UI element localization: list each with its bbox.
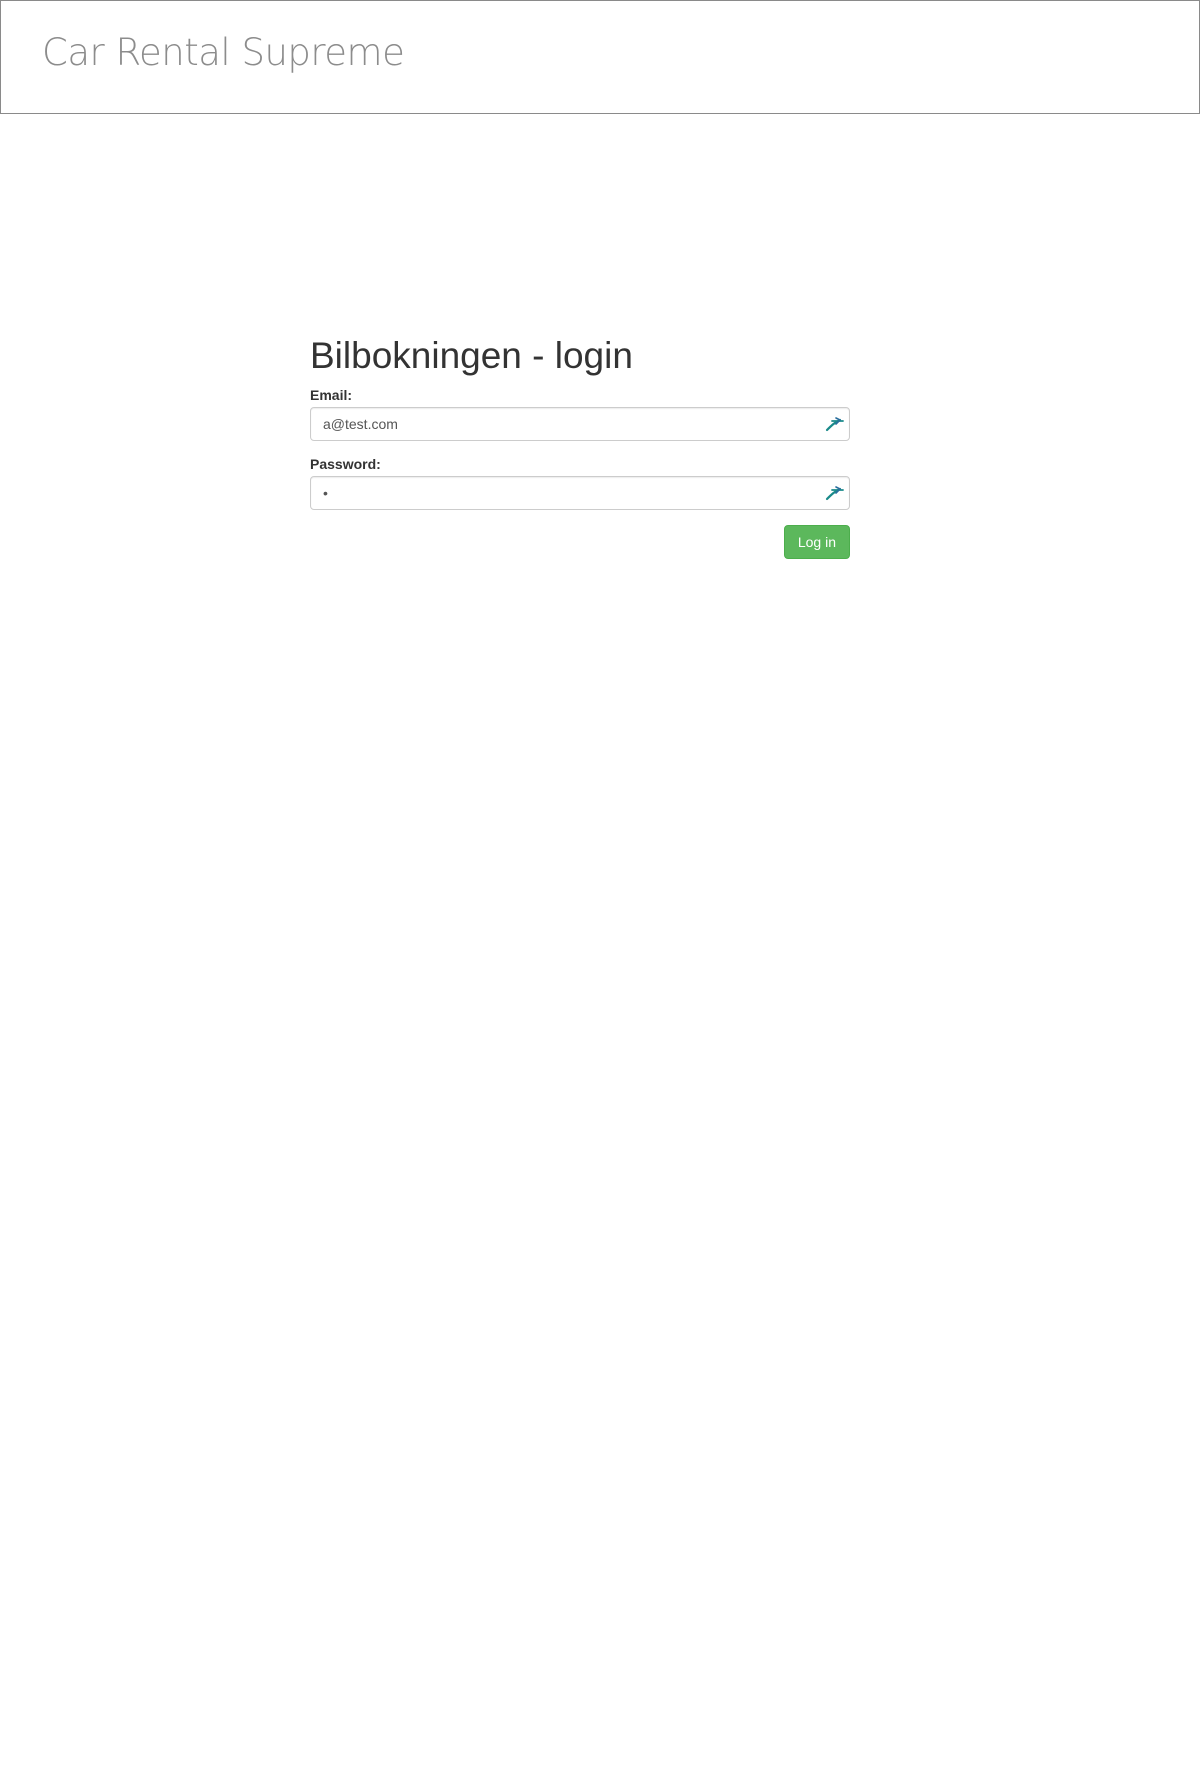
autofill-key-icon[interactable] bbox=[824, 415, 846, 433]
form-actions: Log in bbox=[310, 525, 850, 559]
email-field-wrapper bbox=[310, 407, 850, 441]
brand-title[interactable]: Car Rental Supreme bbox=[42, 31, 405, 74]
email-input[interactable] bbox=[310, 407, 850, 441]
email-label: Email: bbox=[310, 387, 353, 403]
autofill-key-icon[interactable] bbox=[824, 484, 846, 502]
password-input[interactable] bbox=[310, 476, 850, 510]
page-title: Bilbokningen - login bbox=[310, 335, 633, 376]
password-field-wrapper bbox=[310, 476, 850, 510]
top-navbar: Car Rental Supreme bbox=[0, 0, 1200, 114]
login-form: Bilbokningen - login Email: Password: Lo… bbox=[310, 330, 850, 559]
login-button[interactable]: Log in bbox=[783, 525, 850, 559]
password-label: Password: bbox=[310, 456, 381, 472]
